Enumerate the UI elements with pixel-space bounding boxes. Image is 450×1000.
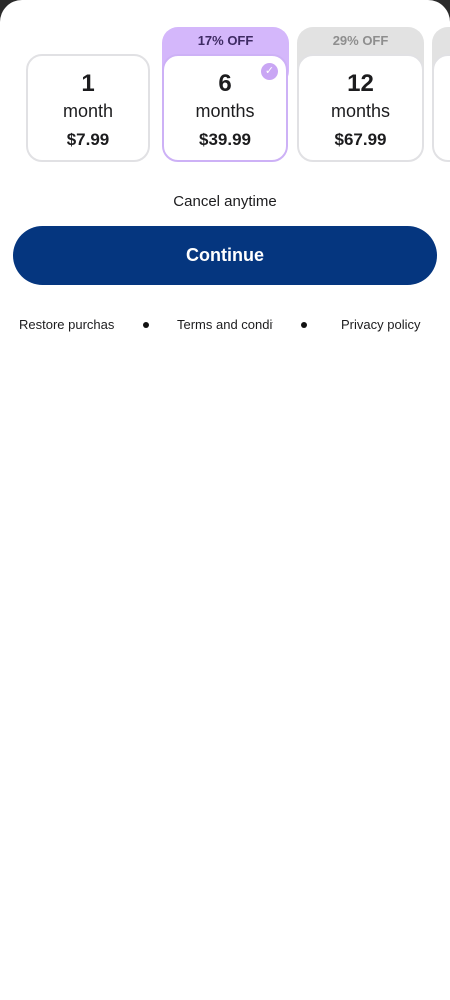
check-icon: ✓ [261, 63, 278, 80]
plan-card-12-months[interactable]: 12 months $67.99 [297, 54, 424, 162]
plan-price: $39.99 [199, 130, 251, 149]
plan-card-partial[interactable] [432, 54, 450, 162]
separator-dot [301, 322, 307, 328]
restore-purchases-link[interactable]: Restore purchases [19, 317, 115, 332]
terms-link[interactable]: Terms and conditions [177, 317, 273, 332]
plan-number: 1 [81, 70, 95, 97]
plan-unit: months [330, 101, 391, 121]
discount-badge-label: 17% OFF [197, 33, 254, 48]
separator-dot [143, 322, 149, 328]
plan-unit: month [62, 101, 114, 121]
continue-button[interactable]: Continue [13, 226, 437, 285]
privacy-policy-link[interactable]: Privacy policy [341, 317, 441, 332]
cancel-anytime-text: Cancel anytime [173, 193, 277, 210]
plan-number: 12 [347, 70, 374, 97]
subscription-sheet: 1 month $7.99 17% OFF 6 months $39.99 ✓ … [0, 0, 450, 1000]
plan-card-1-month[interactable]: 1 month $7.99 [26, 54, 150, 162]
plan-unit: months [195, 101, 255, 121]
plan-price: $67.99 [334, 130, 387, 149]
plan-price: $7.99 [66, 130, 110, 149]
discount-badge-label: 29% OFF [332, 33, 389, 48]
